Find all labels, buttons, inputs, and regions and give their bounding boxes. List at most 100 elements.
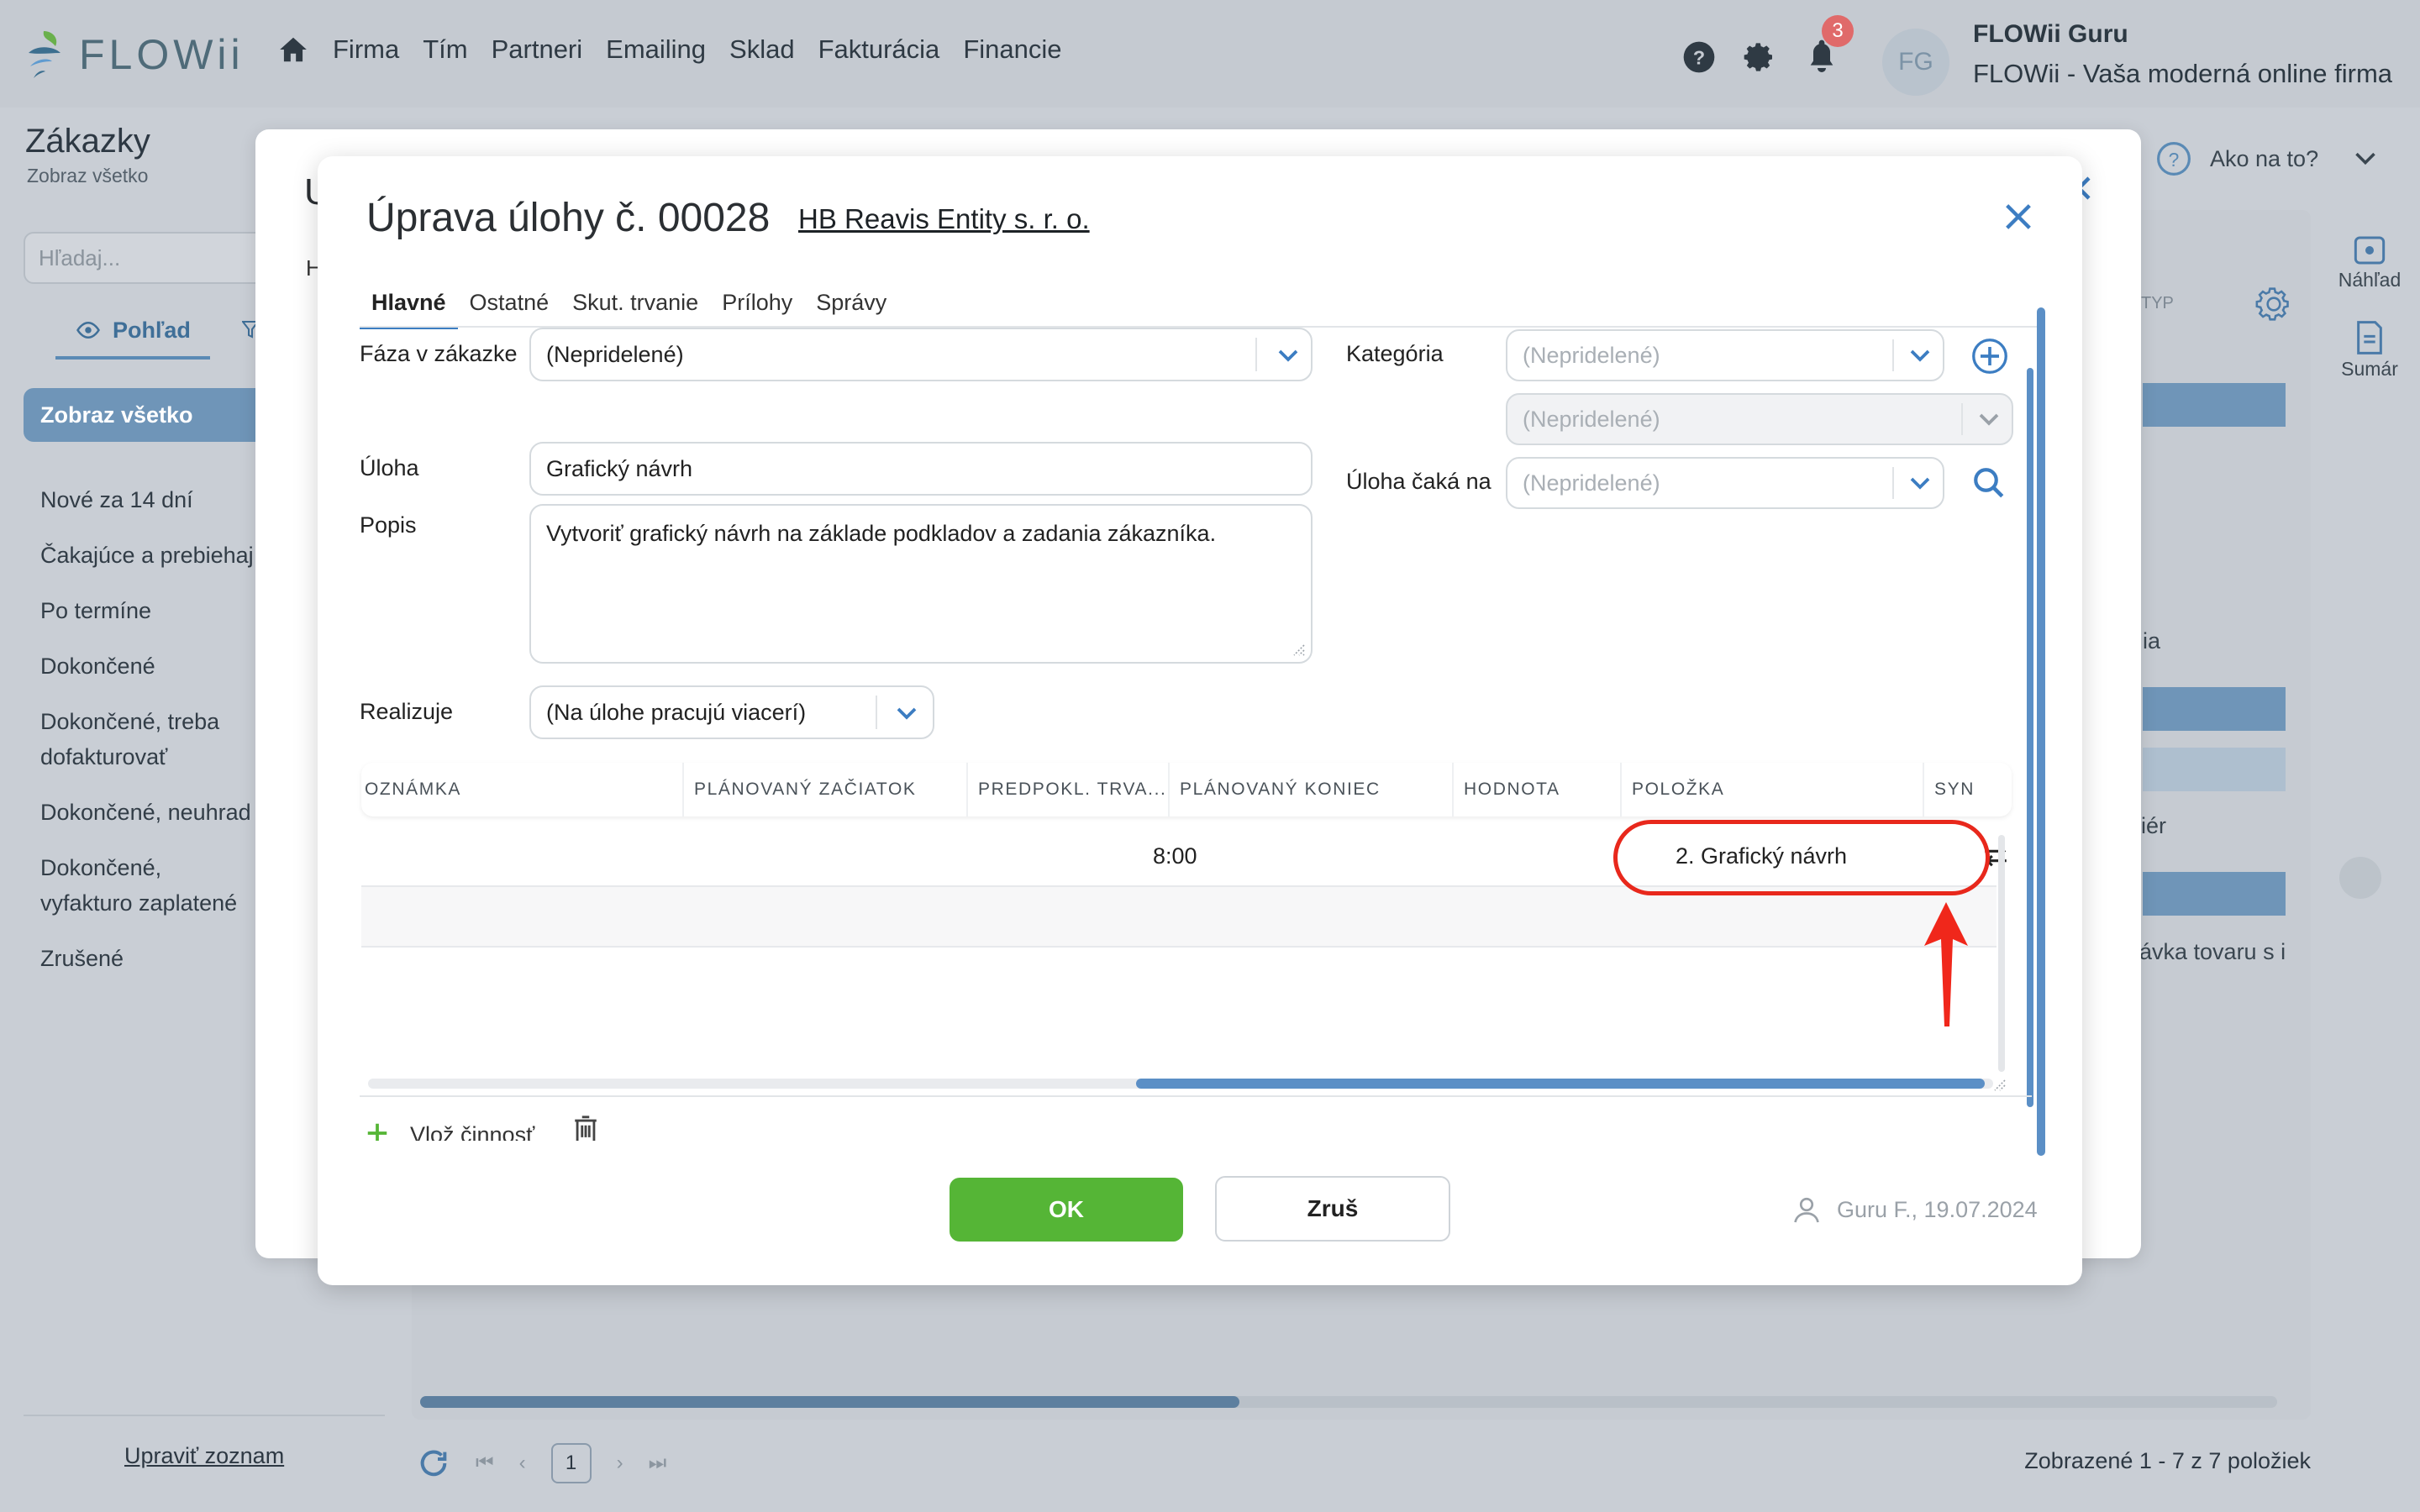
sidebar-search-input[interactable]: Hľadaj... [24, 232, 276, 284]
sidebar-item[interactable]: Nové za 14 dní [40, 482, 193, 517]
first-page-icon[interactable]: ⏮ [476, 1452, 494, 1475]
chevron-down-icon [2355, 152, 2375, 165]
nav-tim[interactable]: Tím [423, 34, 467, 65]
task-name-input[interactable]: Grafický návrh [529, 442, 1313, 496]
tab-attachments[interactable]: Prílohy [710, 279, 804, 326]
tab-other[interactable]: Ostatné [458, 279, 561, 326]
column-header[interactable]: SYN [1923, 763, 2012, 816]
nav-firma[interactable]: Firma [333, 34, 399, 65]
help-how-to[interactable]: ? Ako na to? [2156, 141, 2377, 176]
preview-label[interactable]: Náhľad [2319, 269, 2420, 291]
ok-button[interactable]: OK [950, 1178, 1183, 1242]
audit-text: Guru F., 19.07.2024 [1837, 1196, 2038, 1222]
user-name[interactable]: FLOWii Guru [1973, 20, 2128, 49]
chevron-down-icon [897, 707, 917, 720]
edit-list-link[interactable]: Upraviť zoznam [124, 1443, 284, 1469]
chevron-down-icon [1910, 349, 1930, 362]
sidebar-item[interactable]: Po termíne [40, 593, 151, 628]
current-page[interactable]: 1 [550, 1443, 592, 1483]
app-logo[interactable]: FLOWii [25, 25, 245, 84]
tab-messages[interactable]: Správy [804, 279, 898, 326]
column-header[interactable]: POLOŽKA [1620, 763, 1923, 816]
bg-horizontal-scrollbar-thumb[interactable] [420, 1396, 1239, 1408]
phase-select[interactable]: (Nepridelené) [529, 328, 1313, 381]
nav-fakturacia[interactable]: Fakturácia [818, 34, 940, 65]
content-vertical-scrollbar[interactable] [2027, 368, 2033, 1107]
cancel-button[interactable]: Zruš [1215, 1176, 1450, 1242]
column-header[interactable]: PLÁNOVANÝ ZAČIATOK [682, 763, 966, 816]
waits-for-label: Úloha čaká na [1346, 469, 1491, 494]
dropdown-separator [1961, 403, 1963, 435]
next-page-icon[interactable]: › [617, 1452, 623, 1475]
grid-divider [360, 1095, 2032, 1097]
tab-view[interactable]: Pohľad [113, 318, 191, 344]
sidebar-item[interactable]: Dokončené, neuhrad [40, 795, 251, 830]
last-page-icon[interactable]: ⏭ [649, 1452, 667, 1475]
sidebar-item[interactable]: Dokončené [40, 648, 155, 684]
refresh-icon[interactable] [417, 1446, 450, 1480]
category-select[interactable]: (Nepridelené) [1506, 329, 1944, 381]
waits-for-select[interactable]: (Nepridelené) [1506, 457, 1944, 509]
resize-handle-icon[interactable] [1291, 642, 1306, 657]
sidebar-item[interactable]: Dokončené, treba dofakturovať [40, 704, 250, 774]
bg-selected-row [2143, 383, 2286, 427]
dialog-tabs: Hlavné Ostatné Skut. trvanie Prílohy Spr… [360, 279, 898, 329]
column-settings-gear-icon[interactable] [2255, 286, 2292, 323]
close-icon[interactable] [2002, 200, 2035, 234]
add-plus-icon [367, 1123, 387, 1141]
table-row[interactable] [361, 887, 1996, 948]
annotation-arrow-icon [1924, 902, 1968, 1026]
tab-main[interactable]: Hlavné [360, 279, 458, 329]
tab-actual-duration[interactable]: Skut. trvanie [560, 279, 710, 326]
assignee-value: (Na úlohe pracujú viacerí) [546, 699, 807, 725]
help-icon[interactable]: ? [1682, 40, 1716, 74]
duration-cell[interactable]: 8:00 [1153, 843, 1197, 869]
edit-task-dialog: Úprava úlohy č. 00028 HB Reavis Entity s… [318, 156, 2082, 1285]
grid-horizontal-scrollbar-thumb[interactable] [1136, 1079, 1985, 1089]
pagination: ⏮ ‹ 1 › ⏭ [417, 1443, 666, 1483]
description-textarea[interactable]: Vytvoriť grafický návrh na základe podkl… [529, 504, 1313, 664]
nav-financie[interactable]: Financie [963, 34, 1061, 65]
column-header[interactable]: PLÁNOVANÝ KONIEC [1168, 763, 1452, 816]
nav-partneri[interactable]: Partneri [492, 34, 583, 65]
sidebar-item[interactable]: Zrušené [40, 941, 124, 976]
column-header[interactable]: HODNOTA [1452, 763, 1620, 816]
nav-emailing[interactable]: Emailing [606, 34, 706, 65]
user-avatar[interactable]: FG [1882, 29, 1949, 96]
chevron-down-icon [1278, 349, 1298, 362]
sidebar-item-active[interactable]: Zobraz všetko [24, 388, 276, 442]
activities-grid-header: OZNÁMKA PLÁNOVANÝ ZAČIATOK PREDPOKL. TRV… [361, 763, 2012, 816]
preview-icon[interactable] [2353, 234, 2386, 267]
sidebar-item[interactable]: Dokončené, vyfakturo zaplatené [40, 850, 259, 921]
dialog-vertical-scrollbar[interactable] [2037, 307, 2045, 1156]
add-category-icon[interactable] [1971, 338, 2008, 375]
sidebar-item[interactable]: Čakajúce a prebiehaj [40, 538, 254, 573]
settings-gear-icon[interactable] [1743, 40, 1776, 74]
bg-row [2143, 748, 2286, 791]
column-header[interactable]: PREDPOKL. TRVA... [966, 763, 1168, 816]
dropdown-separator [876, 696, 877, 729]
main-nav: Firma Tím Partneri Emailing Sklad Faktur… [277, 34, 1062, 66]
insert-activity-label: Vlož činnosť [410, 1121, 535, 1142]
page-subtitle: Zobraz všetko [27, 165, 149, 186]
subcategory-select: (Nepridelené) [1506, 393, 2013, 445]
grid-resize-handle-icon[interactable] [1991, 1077, 2007, 1092]
nav-sklad[interactable]: Sklad [729, 34, 795, 65]
logo-text: FLOWii [79, 31, 245, 78]
summary-label[interactable]: Sumár [2319, 358, 2420, 381]
home-icon[interactable] [277, 34, 309, 66]
summary-icon[interactable] [2353, 319, 2386, 356]
top-navigation-bar: FLOWii Firma Tím Partneri Emailing Sklad… [0, 0, 2420, 108]
insert-activity-button[interactable]: Vlož činnosť [365, 1114, 600, 1141]
search-icon[interactable] [1971, 465, 2007, 501]
bg-column-typ: TYP [2141, 294, 2174, 312]
trash-icon[interactable] [571, 1115, 600, 1141]
notifications-badge: 3 [1822, 15, 1854, 47]
client-link[interactable]: HB Reavis Entity s. r. o. [798, 203, 1090, 235]
eye-icon [76, 321, 100, 339]
scroll-left-button[interactable] [2339, 857, 2381, 899]
grid-vertical-scrollbar[interactable] [1998, 835, 2005, 1072]
prev-page-icon[interactable]: ‹ [519, 1452, 526, 1475]
assignee-select[interactable]: (Na úlohe pracujú viacerí) [529, 685, 934, 739]
column-header[interactable]: OZNÁMKA [361, 763, 682, 816]
